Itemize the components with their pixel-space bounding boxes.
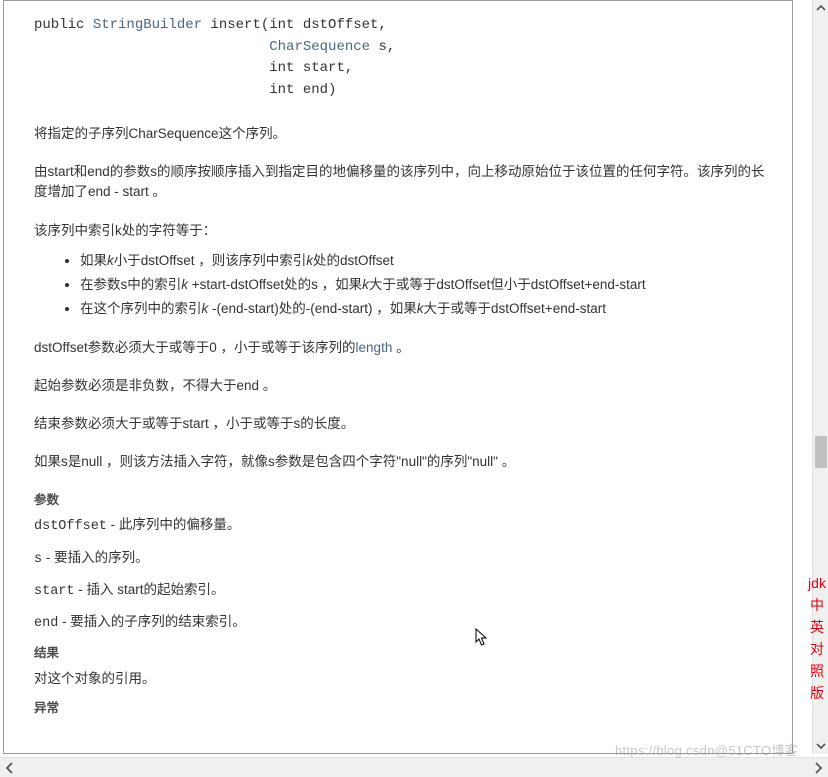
doc-content: public StringBuilder insert(int dstOffse… [8,1,774,754]
chevron-left-icon [4,762,16,774]
bullet-var-k: k [181,277,188,292]
para-text: dstOffset参数必须大于或等于0 ，小于或等于该序列的 [34,340,356,355]
length-link[interactable]: length [356,340,393,355]
result-heading: 结果 [34,644,774,663]
list-item: 在这个序列中的索引 k -(end-start)处的-(end-start) ，如… [80,299,774,319]
list-item: 在参数s中的索引k +start-dstOffset处的s ，如果k大于或等于d… [80,275,774,295]
param-desc: - 要插入的序列。 [42,550,149,565]
list-item: 如果k小于dstOffset ，则该序列中索引k处的dstOffset [80,251,774,271]
side-label-char: 版 [808,682,826,704]
side-label-char: jdk [808,572,826,594]
param-name: dstOffset [34,519,107,534]
para-2: 由start和end的参数s的顺序按顺序插入到指定目的地偏移量的该序列中，向上移… [34,162,774,203]
param-name: start [34,584,75,599]
bullet-text: 在这个序列中的索引 [80,301,202,316]
param-line: start - 插入 start的起始索引。 [34,580,774,602]
para-text: 。 [392,340,409,355]
param-line: end - 要插入的子序列的结束索引。 [34,612,774,634]
sig-public: public [34,17,93,33]
scroll-left-arrow[interactable] [0,758,20,777]
para-3: 该序列中索引k处的字符等于： [34,221,774,241]
sig-line4: int end) [269,82,336,98]
method-signature: public StringBuilder insert(int dstOffse… [34,15,774,102]
bullet-var-k: k [107,253,114,268]
bullet-var-k: k [362,277,369,292]
bullet-text: 大于或等于dstOffset但小于dstOffset+end-start [369,277,646,292]
chevron-up-icon [816,3,826,13]
para-6: 结束参数必须大于或等于start ，小于或等于s的长度。 [34,414,774,434]
doc-frame: public StringBuilder insert(int dstOffse… [3,0,793,754]
scroll-thumb[interactable] [815,436,827,468]
sig-line3: int start, [269,60,353,76]
bullet-text: -(end-start)处的-(end-start) ，如果 [208,301,417,316]
scroll-right-arrow[interactable] [808,758,828,777]
bullet-var-k: k [417,301,424,316]
param-name: s [34,552,42,567]
param-desc: - 插入 start的起始索引。 [75,582,225,597]
exception-heading: 异常 [34,699,774,718]
param-desc: - 要插入的子序列的结束索引。 [58,614,246,629]
scroll-up-arrow[interactable] [813,0,828,16]
side-label[interactable]: jdk 中 英 对 照 版 [808,572,826,704]
watermark: https://blog.csdn@51CTO博客 [615,740,798,759]
side-label-char: 照 [808,660,826,682]
sig-param-type[interactable]: CharSequence [269,39,370,55]
para-7: 如果s是null ，则该方法插入字符，就像s参数是包含四个字符"null"的序列… [34,452,774,472]
bullet-text: 如果 [80,253,107,268]
bullet-list: 如果k小于dstOffset ，则该序列中索引k处的dstOffset 在参数s… [34,251,774,320]
sig-line2-rest: s, [370,39,395,55]
side-label-char: 中 [808,594,826,616]
chevron-down-icon [816,741,826,751]
param-desc: - 此序列中的偏移量。 [107,517,241,532]
bullet-text: +start-dstOffset处的s ，如果 [188,277,362,292]
para-4: dstOffset参数必须大于或等于0 ，小于或等于该序列的length 。 [34,338,774,358]
param-line: dstOffset - 此序列中的偏移量。 [34,515,774,537]
chevron-right-icon [812,762,824,774]
param-line: s - 要插入的序列。 [34,548,774,570]
horizontal-scrollbar[interactable] [0,757,828,777]
bullet-text: 小于dstOffset ，则该序列中索引 [114,253,307,268]
side-label-char: 英 [808,616,826,638]
sig-return-type[interactable]: StringBuilder [93,17,202,33]
para-5: 起始参数必须是非负数，不得大于end 。 [34,376,774,396]
param-name: end [34,616,58,631]
side-label-char: 对 [808,638,826,660]
scroll-down-arrow[interactable] [813,738,828,754]
sig-line1-rest: insert(int dstOffset, [202,17,387,33]
para-1: 将指定的子序列CharSequence这个序列。 [34,124,774,144]
params-heading: 参数 [34,491,774,510]
bullet-text: 在参数s中的索引 [80,277,181,292]
bullet-text: 大于或等于dstOffset+end-start [424,301,606,316]
result-text: 对这个对象的引用。 [34,669,774,689]
bullet-text: 处的dstOffset [313,253,394,268]
